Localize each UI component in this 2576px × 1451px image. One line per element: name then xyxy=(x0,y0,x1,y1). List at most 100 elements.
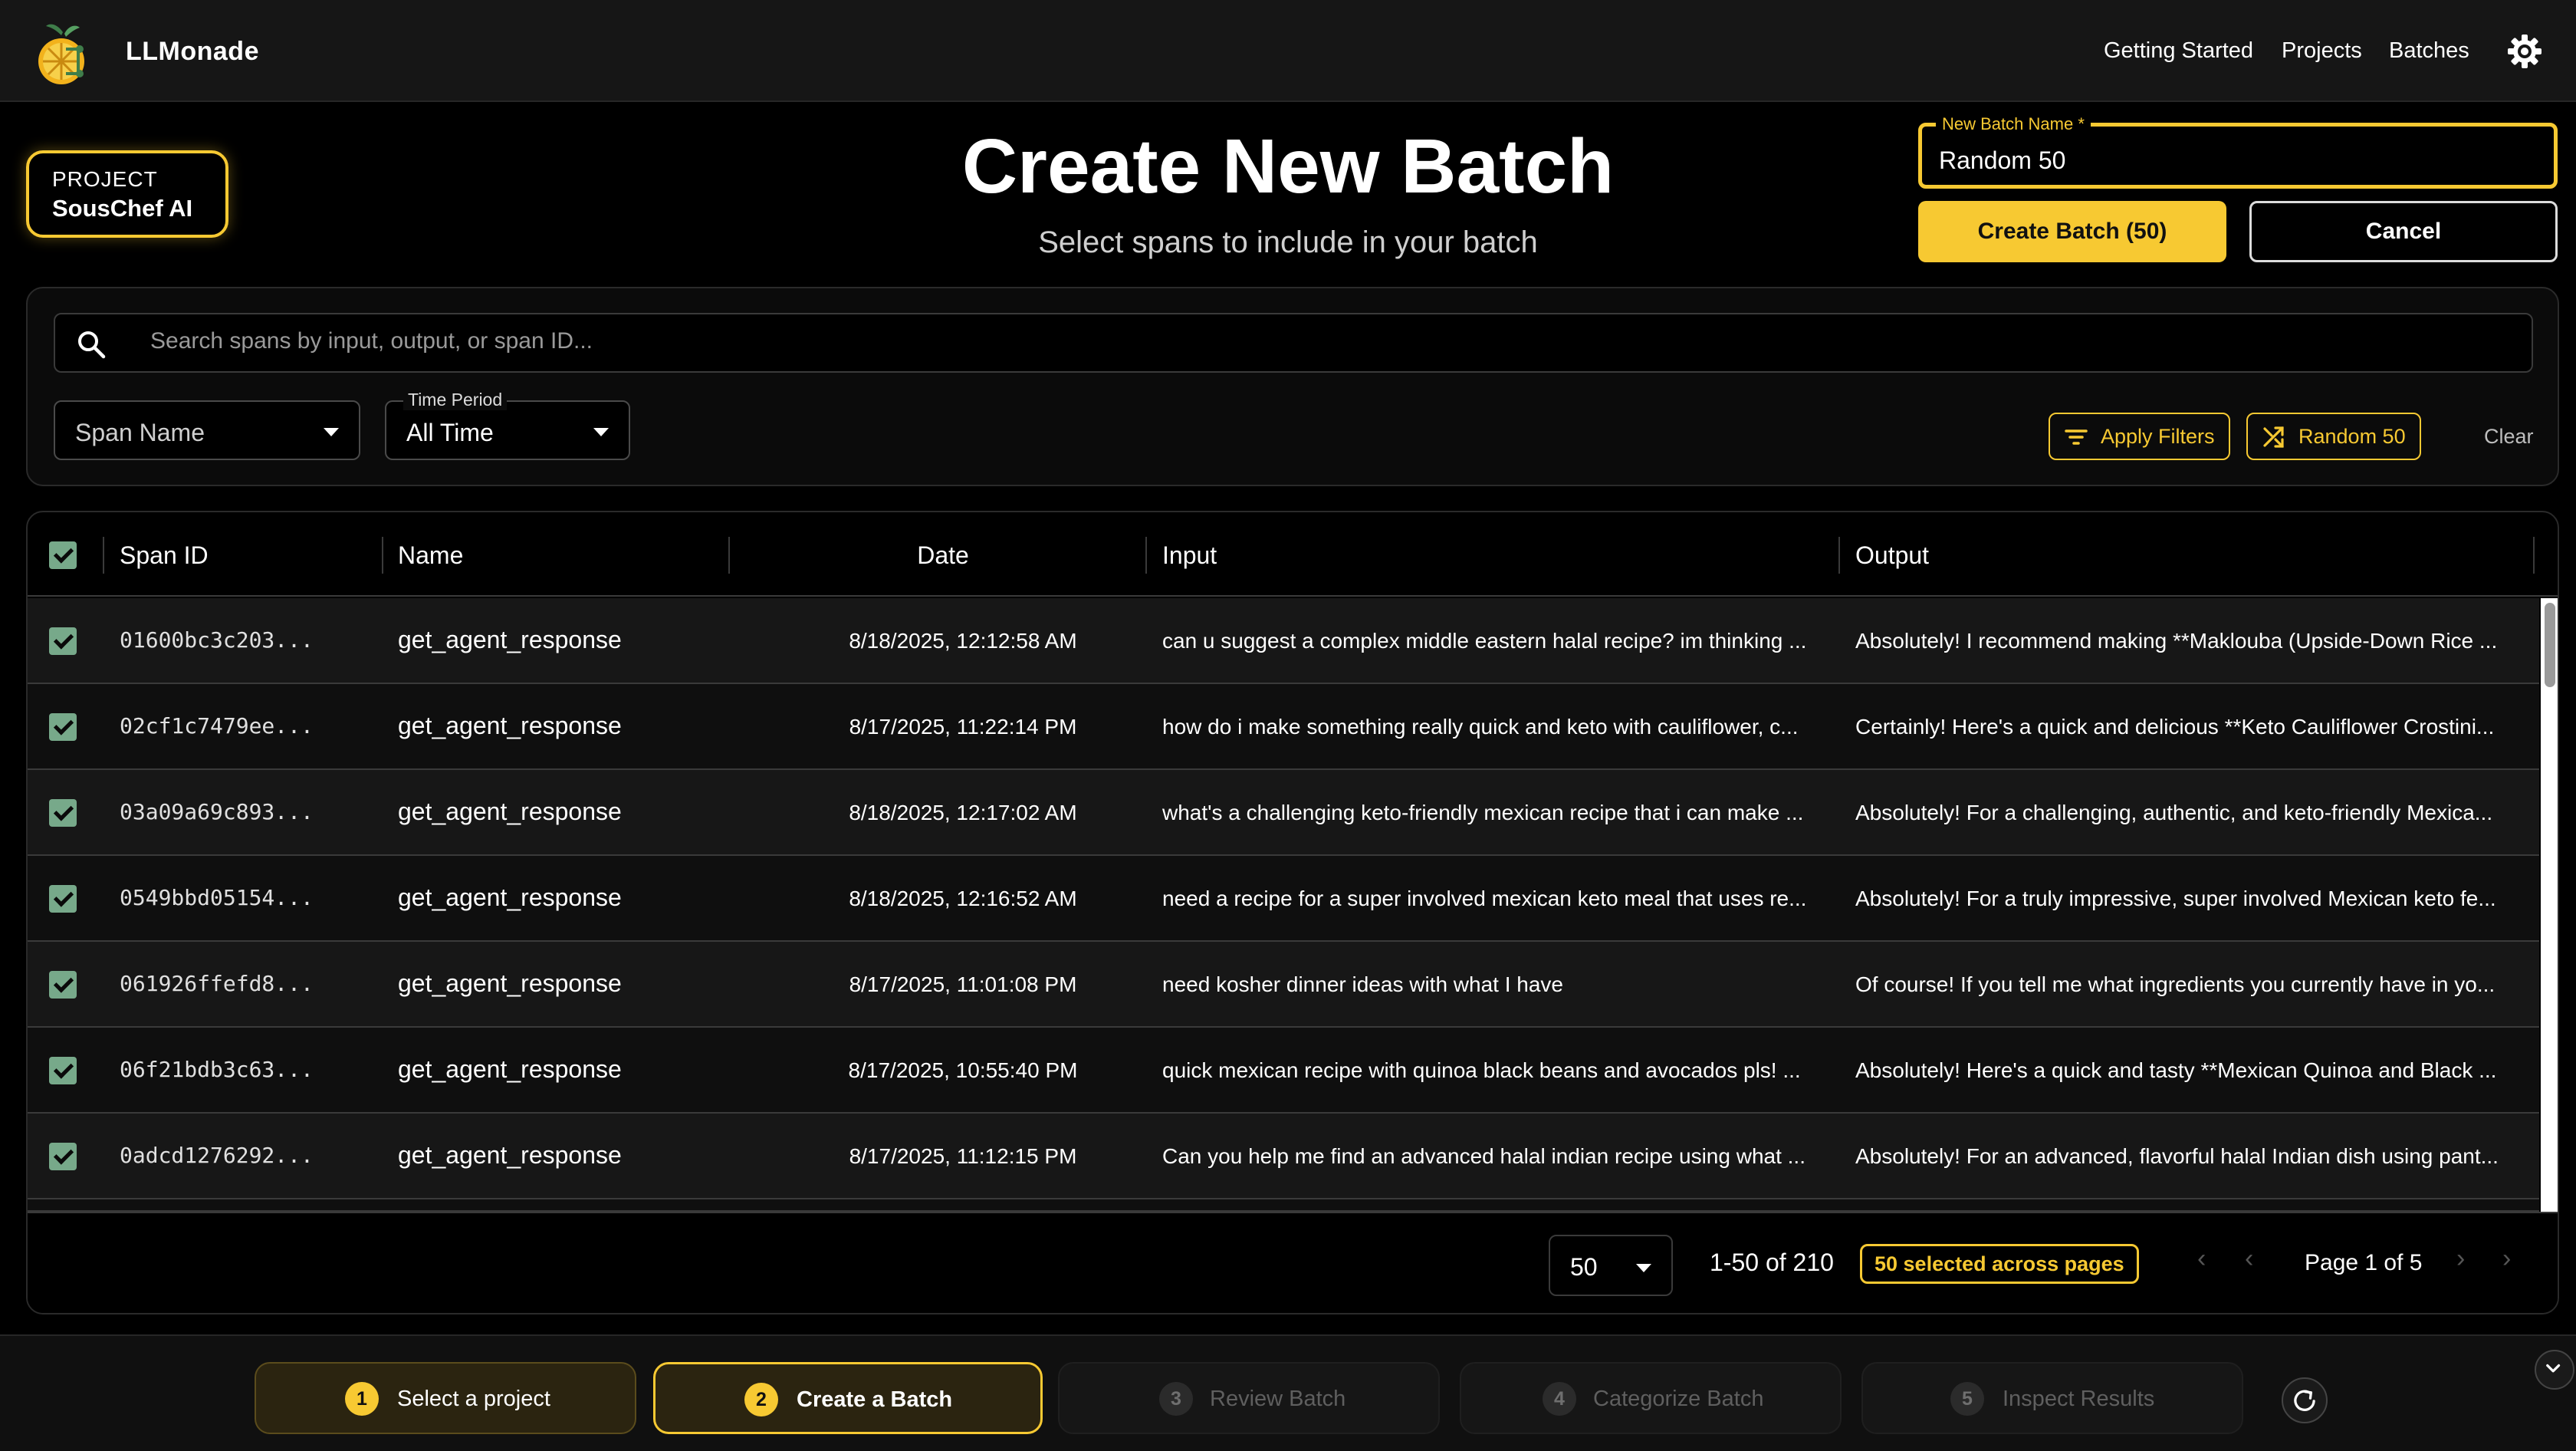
span-id-cell: 01600bc3c203... xyxy=(120,627,314,653)
reset-workflow-button[interactable] xyxy=(2282,1377,2328,1423)
table-row[interactable]: 061926ffefd8... get_agent_response 8/17/… xyxy=(28,942,2539,1028)
filter-icon xyxy=(2065,429,2088,445)
settings-gear-icon[interactable] xyxy=(2507,34,2542,69)
spans-table: Span ID Name Date Input Output 01600bc3c… xyxy=(26,511,2559,1314)
apply-filters-label: Apply Filters xyxy=(2101,425,2215,448)
row-checkbox[interactable] xyxy=(49,799,77,827)
random-50-label: Random 50 xyxy=(2298,425,2406,448)
apply-filters-button[interactable]: Apply Filters xyxy=(2049,413,2230,460)
column-divider xyxy=(382,537,383,574)
output-cell: Absolutely! I recommend making **Makloub… xyxy=(1855,629,2498,653)
filter-panel: Span Name Time Period All Time Apply Fil… xyxy=(26,287,2559,486)
table-row[interactable]: 0549bbd05154... get_agent_response 8/18/… xyxy=(28,856,2539,942)
search-box[interactable] xyxy=(54,313,2533,373)
nav-projects[interactable]: Projects xyxy=(2282,38,2362,64)
row-checkbox[interactable] xyxy=(49,713,77,741)
span-name-value: Span Name xyxy=(75,419,205,446)
nav-batches[interactable]: Batches xyxy=(2389,38,2469,64)
span-id-cell: 03a09a69c893... xyxy=(120,799,314,824)
step-label: Review Batch xyxy=(1210,1387,1346,1411)
lemon-logo-icon[interactable] xyxy=(35,18,90,86)
top-navbar: LLMonade Getting Started Projects Batche… xyxy=(0,0,2576,102)
column-divider xyxy=(1838,537,1840,574)
selected-count-badge: 50 selected across pages xyxy=(1860,1244,2139,1284)
table-row[interactable]: 02cf1c7479ee... get_agent_response 8/17/… xyxy=(28,684,2539,770)
output-cell: Absolutely! For a truly impressive, supe… xyxy=(1855,887,2496,910)
output-cell: Certainly! Here's a quick and delicious … xyxy=(1855,715,2495,739)
row-checkbox[interactable] xyxy=(49,627,77,655)
batch-name-input[interactable] xyxy=(1939,146,2537,175)
step-label: Categorize Batch xyxy=(1593,1387,1764,1411)
row-checkbox[interactable] xyxy=(49,885,77,913)
col-date[interactable]: Date xyxy=(728,541,1158,570)
step-review-batch[interactable]: 3 Review Batch xyxy=(1058,1362,1440,1434)
date-cell: 8/18/2025, 12:17:02 AM xyxy=(849,801,1077,824)
step-select-project[interactable]: 1 Select a project xyxy=(255,1362,636,1434)
chevron-down-icon xyxy=(2546,1364,2561,1373)
col-input[interactable]: Input xyxy=(1162,541,1217,570)
next-page-icon[interactable]: › xyxy=(2456,1244,2465,1274)
span-name-select[interactable]: Span Name xyxy=(54,400,360,460)
span-id-cell: 061926ffefd8... xyxy=(120,971,314,996)
column-divider xyxy=(1145,537,1147,574)
step-categorize-batch[interactable]: 4 Categorize Batch xyxy=(1460,1362,1842,1434)
step-number: 3 xyxy=(1159,1382,1193,1416)
name-cell: get_agent_response xyxy=(398,712,622,739)
last-page-icon[interactable]: › xyxy=(2502,1244,2511,1274)
table-row[interactable]: 03a09a69c893... get_agent_response 8/18/… xyxy=(28,770,2539,856)
rows-per-page-select[interactable]: 50 xyxy=(1549,1235,1673,1296)
step-number: 1 xyxy=(345,1382,379,1416)
date-cell: 8/17/2025, 10:55:40 PM xyxy=(848,1058,1078,1082)
column-divider xyxy=(103,537,104,574)
scrollbar-thumb[interactable] xyxy=(2545,603,2555,687)
table-row-partial xyxy=(28,1199,2539,1212)
search-input[interactable] xyxy=(150,328,2512,354)
nav-getting-started[interactable]: Getting Started xyxy=(2104,38,2253,64)
row-checkbox[interactable] xyxy=(49,971,77,999)
pagination-bar: 50 1-50 of 210 50 selected across pages … xyxy=(28,1212,2558,1313)
random-50-button[interactable]: Random 50 xyxy=(2246,413,2421,460)
caret-down-icon xyxy=(593,428,609,436)
row-checkbox[interactable] xyxy=(49,1057,77,1084)
page-indicator: Page 1 of 5 xyxy=(2305,1250,2423,1275)
batch-name-label: New Batch Name * xyxy=(1936,114,2091,134)
first-page-icon[interactable]: ‹ xyxy=(2197,1244,2206,1274)
input-cell: Can you help me find an advanced halal i… xyxy=(1162,1144,1806,1168)
input-cell: quick mexican recipe with quinoa black b… xyxy=(1162,1058,1801,1082)
date-cell: 8/18/2025, 12:12:58 AM xyxy=(849,629,1077,653)
step-inspect-results[interactable]: 5 Inspect Results xyxy=(1861,1362,2243,1434)
date-cell: 8/17/2025, 11:01:08 PM xyxy=(849,972,1077,996)
table-row[interactable]: 01600bc3c203... get_agent_response 8/18/… xyxy=(28,598,2539,684)
table-row[interactable]: 06f21bdb3c63... get_agent_response 8/17/… xyxy=(28,1028,2539,1114)
collapse-stepper-button[interactable] xyxy=(2535,1350,2574,1390)
batch-name-field[interactable]: New Batch Name * xyxy=(1918,114,2558,189)
app-name[interactable]: LLMonade xyxy=(126,37,259,67)
step-label: Create a Batch xyxy=(797,1387,953,1412)
output-cell: Absolutely! For a challenging, authentic… xyxy=(1855,801,2493,824)
col-name[interactable]: Name xyxy=(398,541,463,570)
time-period-select[interactable]: Time Period All Time xyxy=(385,390,630,460)
step-number: 4 xyxy=(1543,1382,1576,1416)
prev-page-icon[interactable]: ‹ xyxy=(2245,1244,2253,1274)
name-cell: get_agent_response xyxy=(398,1141,622,1169)
name-cell: get_agent_response xyxy=(398,626,622,653)
name-cell: get_agent_response xyxy=(398,1055,622,1083)
name-cell: get_agent_response xyxy=(398,883,622,911)
table-scrollbar[interactable] xyxy=(2541,598,2558,1212)
step-create-batch[interactable]: 2 Create a Batch xyxy=(653,1362,1043,1434)
cancel-button[interactable]: Cancel xyxy=(2249,201,2558,262)
col-span-id[interactable]: Span ID xyxy=(120,541,209,570)
input-cell: can u suggest a complex middle eastern h… xyxy=(1162,629,1807,653)
step-label: Inspect Results xyxy=(2003,1387,2155,1411)
date-cell: 8/17/2025, 11:22:14 PM xyxy=(849,715,1077,739)
clear-filters-button[interactable]: Clear xyxy=(2484,425,2534,449)
input-cell: how do i make something really quick and… xyxy=(1162,715,1799,739)
date-cell: 8/17/2025, 11:12:15 PM xyxy=(849,1144,1077,1168)
col-output[interactable]: Output xyxy=(1855,541,1929,570)
select-all-checkbox[interactable] xyxy=(49,541,77,569)
span-id-cell: 0549bbd05154... xyxy=(120,885,314,910)
table-row[interactable]: 0adcd1276292... get_agent_response 8/17/… xyxy=(28,1114,2539,1199)
create-batch-button[interactable]: Create Batch (50) xyxy=(1918,201,2226,262)
step-number: 5 xyxy=(1950,1382,1984,1416)
row-checkbox[interactable] xyxy=(49,1143,77,1170)
